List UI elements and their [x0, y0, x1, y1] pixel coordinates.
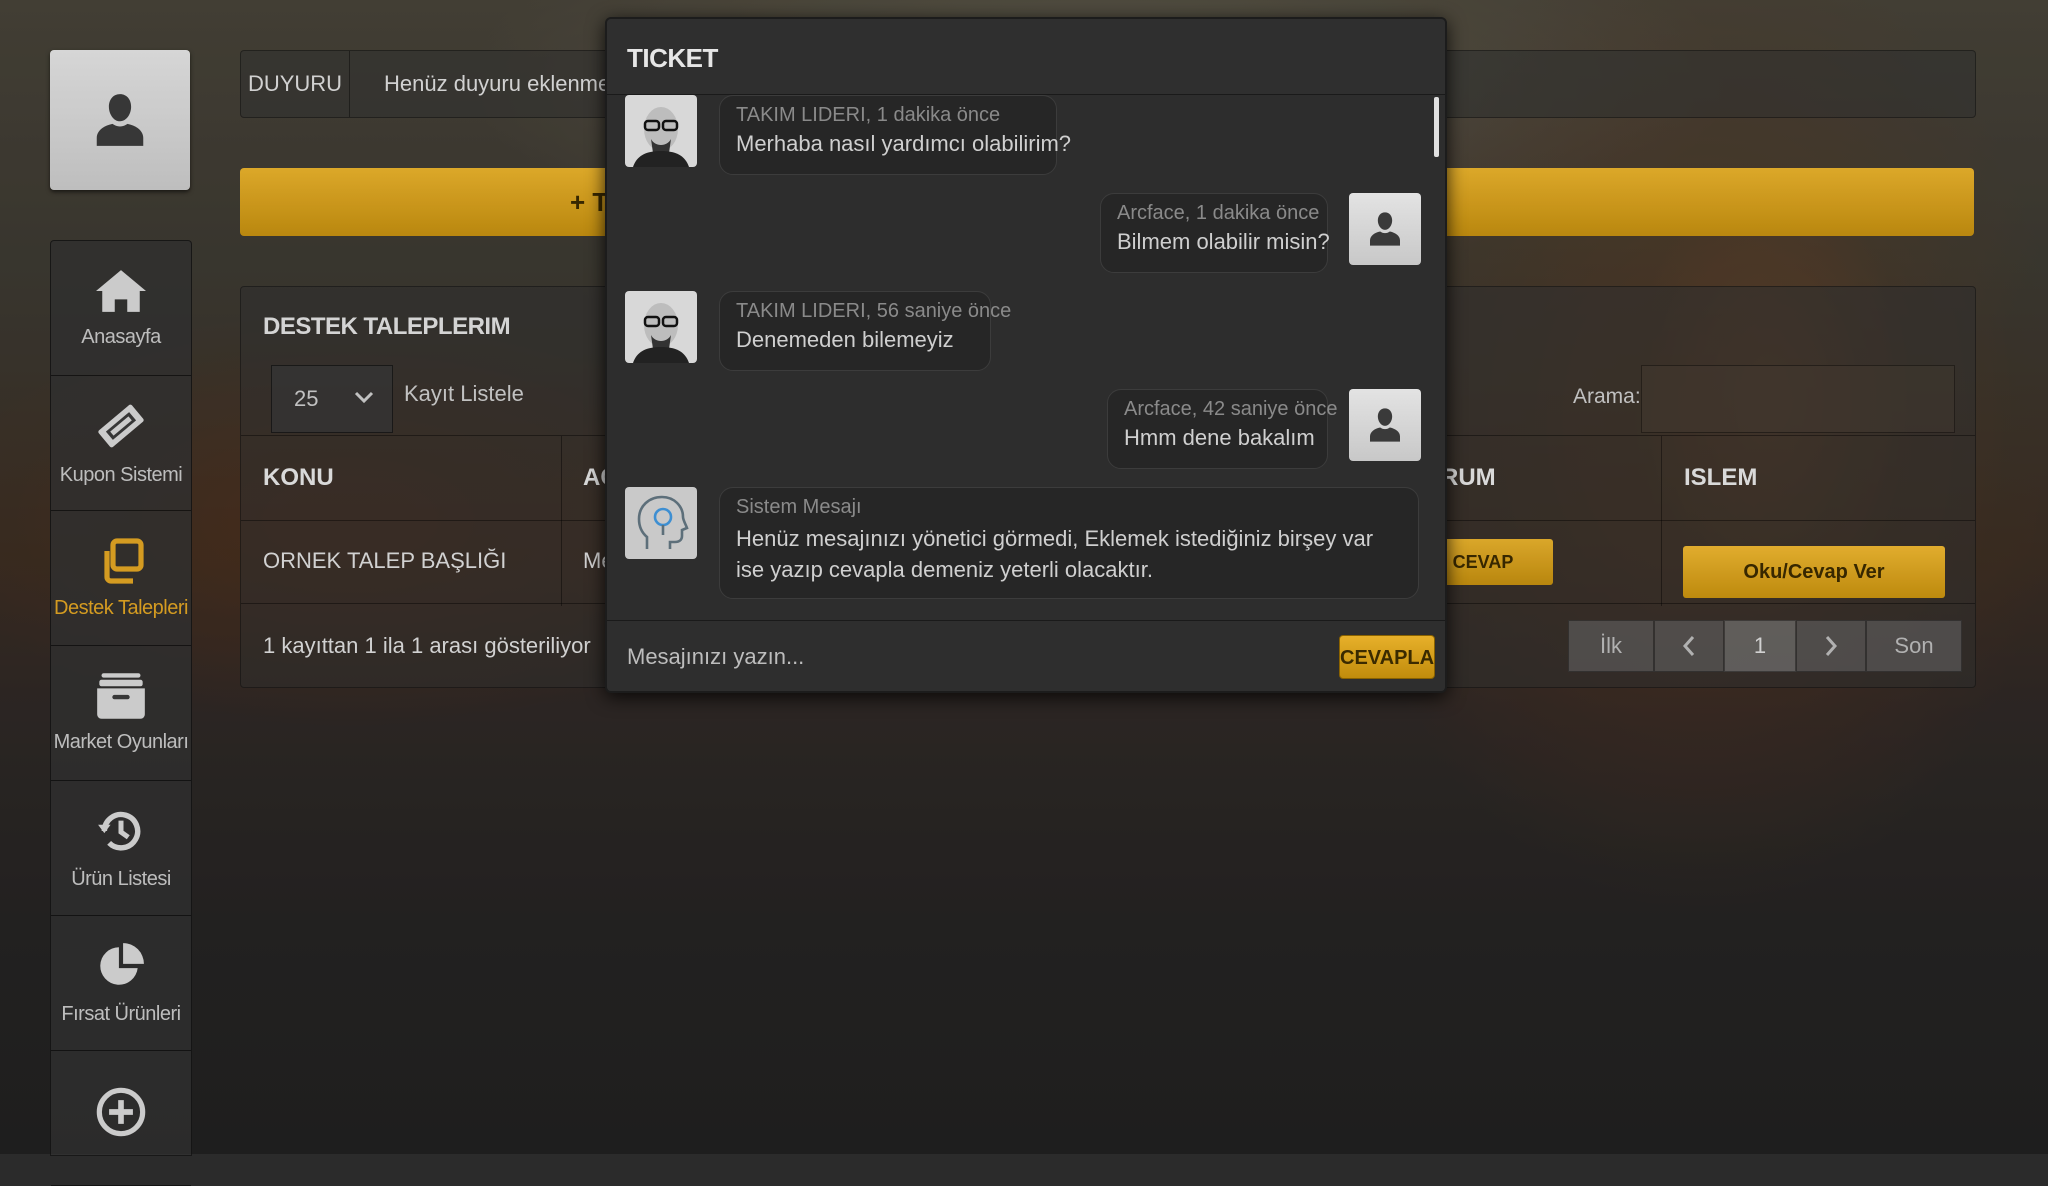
message-text: Merhaba nasıl yardımcı olabilirim? [736, 131, 1072, 156]
message-text: Denemeden bilemeyiz [736, 327, 954, 352]
agent-photo-icon [625, 291, 697, 363]
head-search-icon [637, 495, 689, 549]
reply-button[interactable]: CEVAPLA [1339, 635, 1435, 679]
modal-header: TICKET [607, 19, 1445, 95]
message-list[interactable]: TAKIM LIDERI, 1 dakika önce Merhaba nası… [607, 95, 1441, 637]
modal-title: TICKET [627, 43, 718, 73]
user-icon [1370, 212, 1400, 246]
message-meta: Arcface, 42 saniye önce [1124, 398, 1338, 420]
message-bubble: TAKIM LIDERI, 56 saniye önce Denemeden b… [719, 291, 1012, 371]
user-icon [1370, 408, 1400, 442]
user-avatar [1349, 193, 1421, 265]
user-avatar [1349, 389, 1421, 461]
system-avatar [625, 487, 697, 559]
message-meta: Sistem Mesajı [736, 496, 862, 518]
system-message-bubble: Sistem Mesajı Henüz mesajınızı yönetici … [719, 487, 1419, 599]
message-bubble: TAKIM LIDERI, 1 dakika önce Merhaba nası… [719, 95, 1072, 175]
reply-input[interactable] [625, 635, 1319, 679]
message-bubble: Arcface, 42 saniye önce Hmm dene bakalım [1107, 389, 1338, 469]
reply-bar: CEVAPLA [607, 620, 1445, 691]
message-meta: TAKIM LIDERI, 1 dakika önce [736, 104, 1001, 126]
agent-avatar [625, 291, 697, 363]
message-text: Bilmem olabilir misin? [1117, 229, 1330, 254]
message-text: Henüz mesajınızı yönetici görmedi, Eklem… [736, 526, 1374, 582]
agent-avatar [625, 95, 697, 167]
ticket-modal: TICKET TAKIM LIDERI, 1 dakika önce Merha… [605, 17, 1447, 693]
message-bubble: Arcface, 1 dakika önce Bilmem olabilir m… [1100, 193, 1330, 273]
agent-photo-icon [625, 95, 697, 167]
message-meta: TAKIM LIDERI, 56 saniye önce [736, 300, 1012, 322]
message-text: Hmm dene bakalım [1124, 425, 1315, 450]
message-meta: Arcface, 1 dakika önce [1117, 202, 1320, 224]
scrollbar[interactable] [1434, 97, 1439, 157]
